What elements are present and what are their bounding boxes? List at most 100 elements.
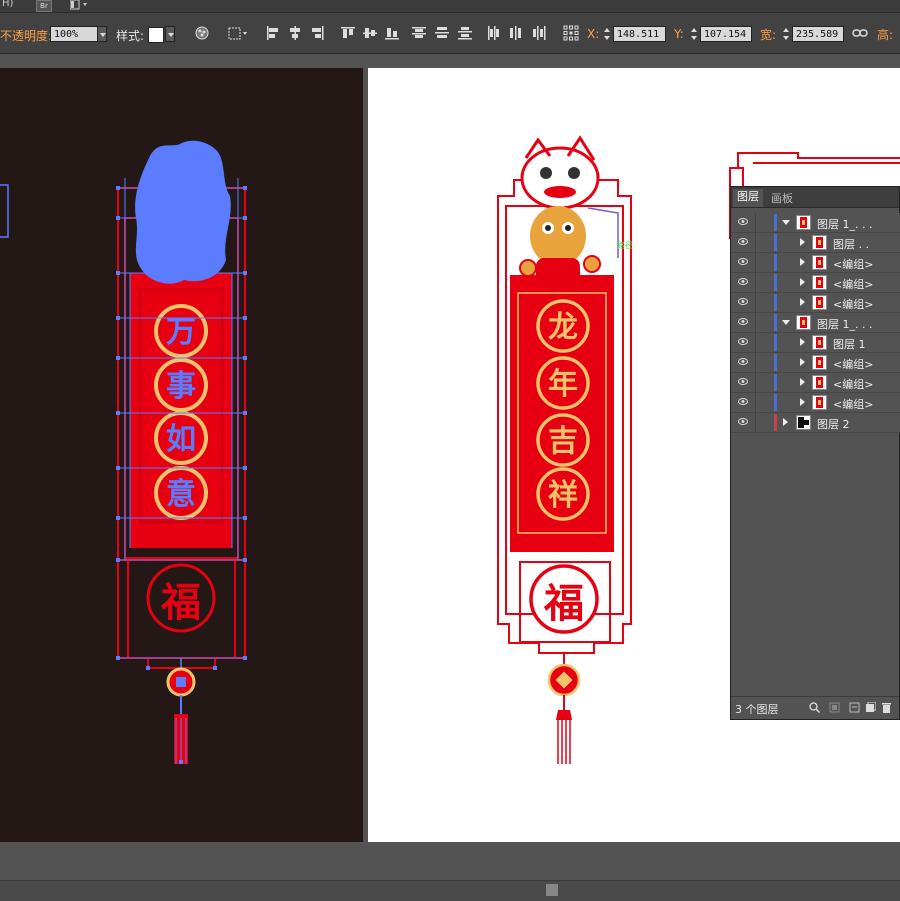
layer-color-bar: [774, 414, 777, 431]
column-divider: [755, 353, 756, 372]
expand-arrow-icon[interactable]: [800, 358, 805, 366]
layer-name[interactable]: 图层 . .: [833, 236, 869, 252]
visibility-eye-icon[interactable]: [738, 278, 748, 285]
y-stepper[interactable]: [690, 26, 698, 42]
visibility-eye-icon[interactable]: [738, 418, 748, 425]
layer-row[interactable]: <编组>: [731, 273, 900, 293]
layer-thumbnail: [812, 335, 827, 350]
height-label: 高:: [877, 28, 894, 42]
stray-selection[interactable]: [0, 184, 9, 238]
layer-row[interactable]: 图层 1_. . .: [731, 213, 900, 233]
lion-dragon-mascot: [519, 135, 619, 288]
recolor-icon[interactable]: [193, 24, 211, 42]
artboard-dark[interactable]: 万 事 如 意 福: [0, 68, 363, 842]
locate-object-icon[interactable]: [809, 702, 821, 714]
distribute-right-icon[interactable]: [530, 24, 548, 42]
y-input[interactable]: 107.154: [700, 26, 752, 42]
layer-row[interactable]: <编组>: [731, 253, 900, 273]
layer-thumbnail: [812, 375, 827, 390]
layer-row[interactable]: 图层 1_. . .: [731, 313, 900, 333]
layer-row[interactable]: <编组>: [731, 393, 900, 413]
layer-thumbnail: [812, 255, 827, 270]
layer-count: 3 个图层: [735, 703, 779, 716]
selection-tag: 路径: [617, 241, 633, 250]
width-stepper[interactable]: [782, 26, 790, 42]
layer-name[interactable]: <编组>: [833, 296, 873, 312]
opacity-dropdown[interactable]: [97, 26, 107, 42]
make-clipping-mask-icon[interactable]: [829, 702, 840, 713]
layer-name[interactable]: <编组>: [833, 356, 873, 372]
layer-color-bar: [774, 274, 777, 291]
align-hcenter-icon[interactable]: [286, 24, 304, 42]
layer-row[interactable]: 图层 1: [731, 333, 900, 353]
visibility-eye-icon[interactable]: [738, 258, 748, 265]
layer-name[interactable]: 图层 1_. . .: [817, 216, 872, 232]
expand-arrow-icon[interactable]: [800, 278, 805, 286]
visibility-eye-icon[interactable]: [738, 378, 748, 385]
distribute-vcenter-icon[interactable]: [433, 24, 451, 42]
visibility-eye-icon[interactable]: [738, 238, 748, 245]
expand-arrow-icon[interactable]: [800, 258, 805, 266]
lion-selection[interactable]: [135, 140, 231, 284]
layer-row[interactable]: 图层 . .: [731, 233, 900, 253]
scroll-thumb[interactable]: [546, 884, 558, 896]
tab-artboards[interactable]: 画板: [771, 190, 793, 206]
create-layer-icon[interactable]: [865, 701, 877, 713]
layer-row[interactable]: <编组>: [731, 293, 900, 313]
layer-name[interactable]: <编组>: [833, 376, 873, 392]
opacity-input[interactable]: 100%: [50, 26, 98, 42]
layer-name[interactable]: <编组>: [833, 256, 873, 272]
layer-name[interactable]: <编组>: [833, 396, 873, 412]
distribute-hcenter-icon[interactable]: [507, 24, 525, 42]
distribute-top-icon[interactable]: [410, 24, 428, 42]
x-stepper[interactable]: [603, 26, 611, 42]
create-sublayer-icon[interactable]: [849, 702, 860, 713]
visibility-eye-icon[interactable]: [738, 358, 748, 365]
link-proportions-icon[interactable]: [851, 24, 869, 42]
workspace-switcher-icon[interactable]: [69, 0, 92, 10]
align-right-icon[interactable]: [308, 24, 326, 42]
horizontal-scrollbar[interactable]: [0, 880, 900, 901]
layer-row[interactable]: <编组>: [731, 353, 900, 373]
layer-color-bar: [774, 234, 777, 251]
expand-arrow-icon[interactable]: [800, 338, 805, 346]
layer-name[interactable]: 图层 1: [833, 336, 866, 352]
style-swatch[interactable]: [148, 27, 164, 43]
visibility-eye-icon[interactable]: [738, 398, 748, 405]
align-bottom-icon[interactable]: [383, 24, 401, 42]
visibility-eye-icon[interactable]: [738, 338, 748, 345]
layer-name[interactable]: 图层 2: [817, 416, 850, 432]
layer-thumbnail: [796, 215, 811, 230]
bridge-button[interactable]: Br: [36, 0, 52, 12]
expand-arrow-icon[interactable]: [783, 418, 788, 426]
layer-name[interactable]: 图层 1_. . .: [817, 316, 872, 332]
distribute-left-icon[interactable]: [485, 24, 503, 42]
expand-arrow-icon[interactable]: [800, 378, 805, 386]
menu-fragment[interactable]: H): [2, 0, 13, 9]
layer-thumbnail: [812, 295, 827, 310]
transform-reference-icon[interactable]: [227, 24, 251, 42]
style-dropdown[interactable]: [165, 26, 175, 42]
expand-arrow-icon[interactable]: [800, 238, 805, 246]
visibility-eye-icon[interactable]: [738, 318, 748, 325]
layer-name[interactable]: <编组>: [833, 276, 873, 292]
align-left-icon[interactable]: [264, 24, 282, 42]
collapse-arrow-icon[interactable]: [782, 320, 790, 325]
width-input[interactable]: 235.589: [792, 26, 844, 42]
reference-point-icon[interactable]: [562, 24, 580, 42]
layer-row[interactable]: <编组>: [731, 373, 900, 393]
collapse-arrow-icon[interactable]: [782, 220, 790, 225]
selected-artwork[interactable]: 万 事 如 意 福: [0, 68, 363, 842]
expand-arrow-icon[interactable]: [800, 298, 805, 306]
layer-color-bar: [774, 214, 777, 231]
delete-layer-icon[interactable]: [881, 702, 892, 713]
distribute-bottom-icon[interactable]: [456, 24, 474, 42]
align-vcenter-icon[interactable]: [361, 24, 379, 42]
visibility-eye-icon[interactable]: [738, 298, 748, 305]
x-input[interactable]: 148.511: [613, 26, 666, 42]
visibility-eye-icon[interactable]: [738, 218, 748, 225]
expand-arrow-icon[interactable]: [800, 398, 805, 406]
align-top-icon[interactable]: [339, 24, 357, 42]
layer-row[interactable]: 图层 2: [731, 413, 900, 433]
tab-layers[interactable]: 图层: [733, 189, 763, 207]
